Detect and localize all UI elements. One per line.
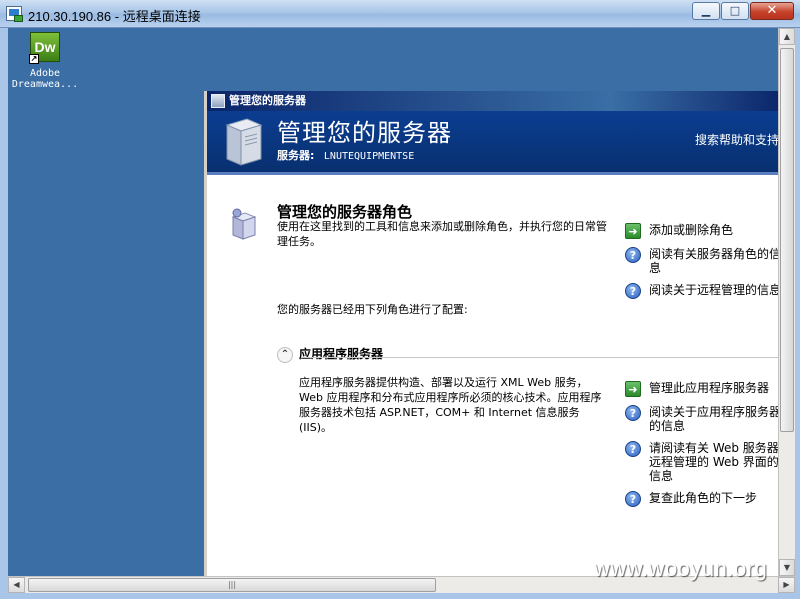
action-label-line1: 阅读有关服务器角色的信	[649, 247, 778, 261]
help-icon: ?	[625, 283, 641, 299]
green-arrow-icon: ➜	[625, 223, 641, 239]
read-app-server-link[interactable]: ? 阅读关于应用程序服务器 的信息	[625, 405, 778, 433]
server-name: LNUTEQUIPMENTSE	[323, 151, 415, 162]
chevron-up-icon: ⌃	[280, 349, 290, 360]
dreamweaver-icon: Dw ↗	[29, 32, 60, 64]
server-roles-icon	[231, 208, 257, 240]
action-label: 阅读关于远程管理的信息	[649, 283, 778, 297]
section-description: 使用在这里找到的工具和信息来添加或删除角色，并执行您的日常管理任务。	[277, 220, 607, 248]
read-server-roles-link[interactable]: ? 阅读有关服务器角色的信息	[625, 247, 778, 275]
vertical-scroll-thumb[interactable]	[780, 48, 794, 432]
action-label: 管理此应用程序服务器	[649, 381, 770, 395]
shortcut-arrow-icon: ↗	[29, 54, 39, 64]
manage-server-header: 管理您的服务器 服务器: LNUTEQUIPMENTSE 搜索帮助和支持	[207, 111, 778, 175]
action-label: 阅读有关服务器角色的信息	[649, 247, 778, 275]
action-label-line1: 阅读关于应用程序服务器	[649, 405, 778, 419]
dreamweaver-icon-text: Dw	[34, 39, 56, 55]
vertical-scrollbar[interactable]: ▲ ▼	[778, 28, 795, 576]
window-controls: ▁ □ ✕	[691, 2, 794, 20]
minimize-button[interactable]: ▁	[692, 2, 720, 20]
server-icon	[225, 118, 263, 166]
green-arrow-icon: ➜	[625, 381, 641, 397]
search-help-link[interactable]: 搜索帮助和支持	[695, 131, 778, 148]
rdp-window-title: 210.30.190.86 - 远程桌面连接	[28, 9, 201, 24]
action-label-line3: 信息	[649, 469, 674, 483]
action-label-line2: 的信息	[649, 419, 686, 433]
read-remote-admin-link[interactable]: ? 阅读关于远程管理的信息	[625, 283, 778, 299]
remote-desktop: Dw ↗ Adobe Dreamwea... 管理您的服务器 管理您的服务器 服…	[8, 28, 778, 576]
role-actions: ➜ 管理此应用程序服务器 ? 阅读关于应用程序服务器 的信息 ? 请阅读有关 We…	[625, 381, 778, 515]
scroll-right-button[interactable]: ▶	[778, 577, 795, 593]
help-icon: ?	[625, 441, 641, 457]
manage-server-window-title: 管理您的服务器	[229, 94, 306, 107]
role-name: 应用程序服务器	[299, 347, 384, 361]
add-remove-roles-link[interactable]: ➜ 添加或删除角色	[625, 223, 778, 239]
scroll-up-button[interactable]: ▲	[779, 28, 795, 45]
window-frame-left	[0, 28, 8, 599]
role-description: 应用程序服务器提供构造、部署以及运行 XML Web 服务，Web 应用程序和分…	[299, 376, 602, 434]
manage-server-title-bar[interactable]: 管理您的服务器	[207, 91, 778, 111]
desktop-shortcut-label-line2: Dreamwea...	[11, 79, 79, 90]
action-label: 复查此角色的下一步	[649, 491, 758, 505]
action-label-line2: 远程管理的 Web 界面的	[649, 455, 778, 469]
configured-roles-text: 您的服务器已经用下列角色进行了配置:	[277, 303, 468, 316]
help-icon: ?	[625, 491, 641, 507]
review-next-steps-link[interactable]: ? 复查此角色的下一步	[625, 491, 778, 507]
minimize-icon: ▁	[701, 4, 711, 17]
action-label-line2: 息	[649, 261, 662, 275]
collapse-role-button[interactable]: ⌃	[277, 347, 293, 363]
action-label: 请阅读有关 Web 服务器 远程管理的 Web 界面的 信息	[649, 441, 778, 483]
manage-app-server-link[interactable]: ➜ 管理此应用程序服务器	[625, 381, 778, 397]
desktop-shortcut-dreamweaver[interactable]: Dw ↗ Adobe Dreamwea...	[10, 32, 80, 90]
remote-desktop-icon[interactable]	[6, 6, 23, 22]
manage-server-window: 管理您的服务器 管理您的服务器 服务器: LNUTEQUIPMENTSE 搜索帮…	[204, 91, 778, 576]
scroll-down-button[interactable]: ▼	[779, 559, 795, 576]
watermark-text: www.wooyun.org	[594, 556, 768, 581]
manage-server-content: 管理您的服务器角色 使用在这里找到的工具和信息来添加或删除角色，并执行您的日常管…	[207, 175, 778, 575]
close-icon: ✕	[766, 3, 778, 18]
read-web-admin-link[interactable]: ? 请阅读有关 Web 服务器 远程管理的 Web 界面的 信息	[625, 441, 778, 483]
help-icon: ?	[625, 247, 641, 263]
window-frame-bottom	[0, 593, 800, 599]
action-label: 添加或删除角色	[649, 223, 734, 237]
server-info: 服务器: LNUTEQUIPMENTSE	[277, 147, 414, 163]
horizontal-scroll-thumb[interactable]: |||	[28, 578, 436, 592]
maximize-icon: □	[729, 4, 741, 17]
server-small-icon	[211, 94, 225, 108]
window-frame-right	[795, 28, 800, 599]
server-label: 服务器:	[277, 149, 315, 162]
action-label: 阅读关于应用程序服务器 的信息	[649, 405, 778, 433]
general-actions: ➜ 添加或删除角色 ? 阅读有关服务器角色的信息 ? 阅读关于远程管理的信息	[625, 223, 778, 307]
action-label-line1: 请阅读有关 Web 服务器	[649, 441, 778, 455]
desktop-shortcut-label-line1: Adobe	[29, 68, 61, 79]
maximize-button[interactable]: □	[721, 2, 749, 20]
close-button[interactable]: ✕	[750, 2, 794, 20]
scroll-left-button[interactable]: ◀	[8, 577, 25, 593]
page-title: 管理您的服务器	[277, 119, 452, 147]
help-icon: ?	[625, 405, 641, 421]
role-divider	[301, 357, 778, 358]
rdp-title-bar[interactable]: 210.30.190.86 - 远程桌面连接 ▁ □ ✕	[0, 0, 800, 28]
